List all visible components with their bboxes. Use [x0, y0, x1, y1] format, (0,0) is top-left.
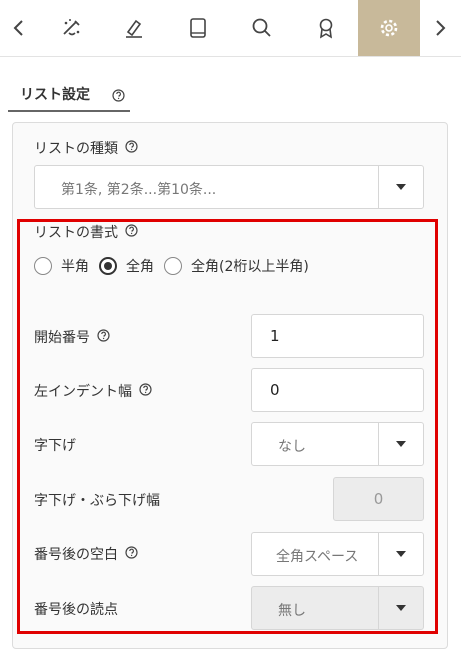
search-icon[interactable]: [238, 0, 286, 56]
tab-underline: [8, 110, 130, 112]
chevron-right-icon[interactable]: [424, 0, 456, 56]
badge-icon[interactable]: [302, 0, 350, 56]
toolbar: [0, 0, 461, 57]
book-icon[interactable]: [174, 0, 222, 56]
tab-label: リスト設定: [20, 87, 90, 103]
dropdown-arrow-icon: [379, 166, 423, 208]
effects-icon[interactable]: [48, 0, 96, 56]
pen-icon[interactable]: [110, 0, 158, 56]
gear-icon[interactable]: [358, 0, 420, 56]
chevron-left-icon[interactable]: [0, 0, 38, 56]
list-type-select[interactable]: 第1条, 第2条...第10条...: [34, 165, 424, 209]
list-type-label: リストの種類: [34, 138, 138, 158]
settings-tab[interactable]: リスト設定: [8, 76, 448, 112]
highlight-box: [17, 219, 438, 634]
help-icon[interactable]: [125, 139, 138, 157]
help-icon[interactable]: [112, 87, 125, 106]
